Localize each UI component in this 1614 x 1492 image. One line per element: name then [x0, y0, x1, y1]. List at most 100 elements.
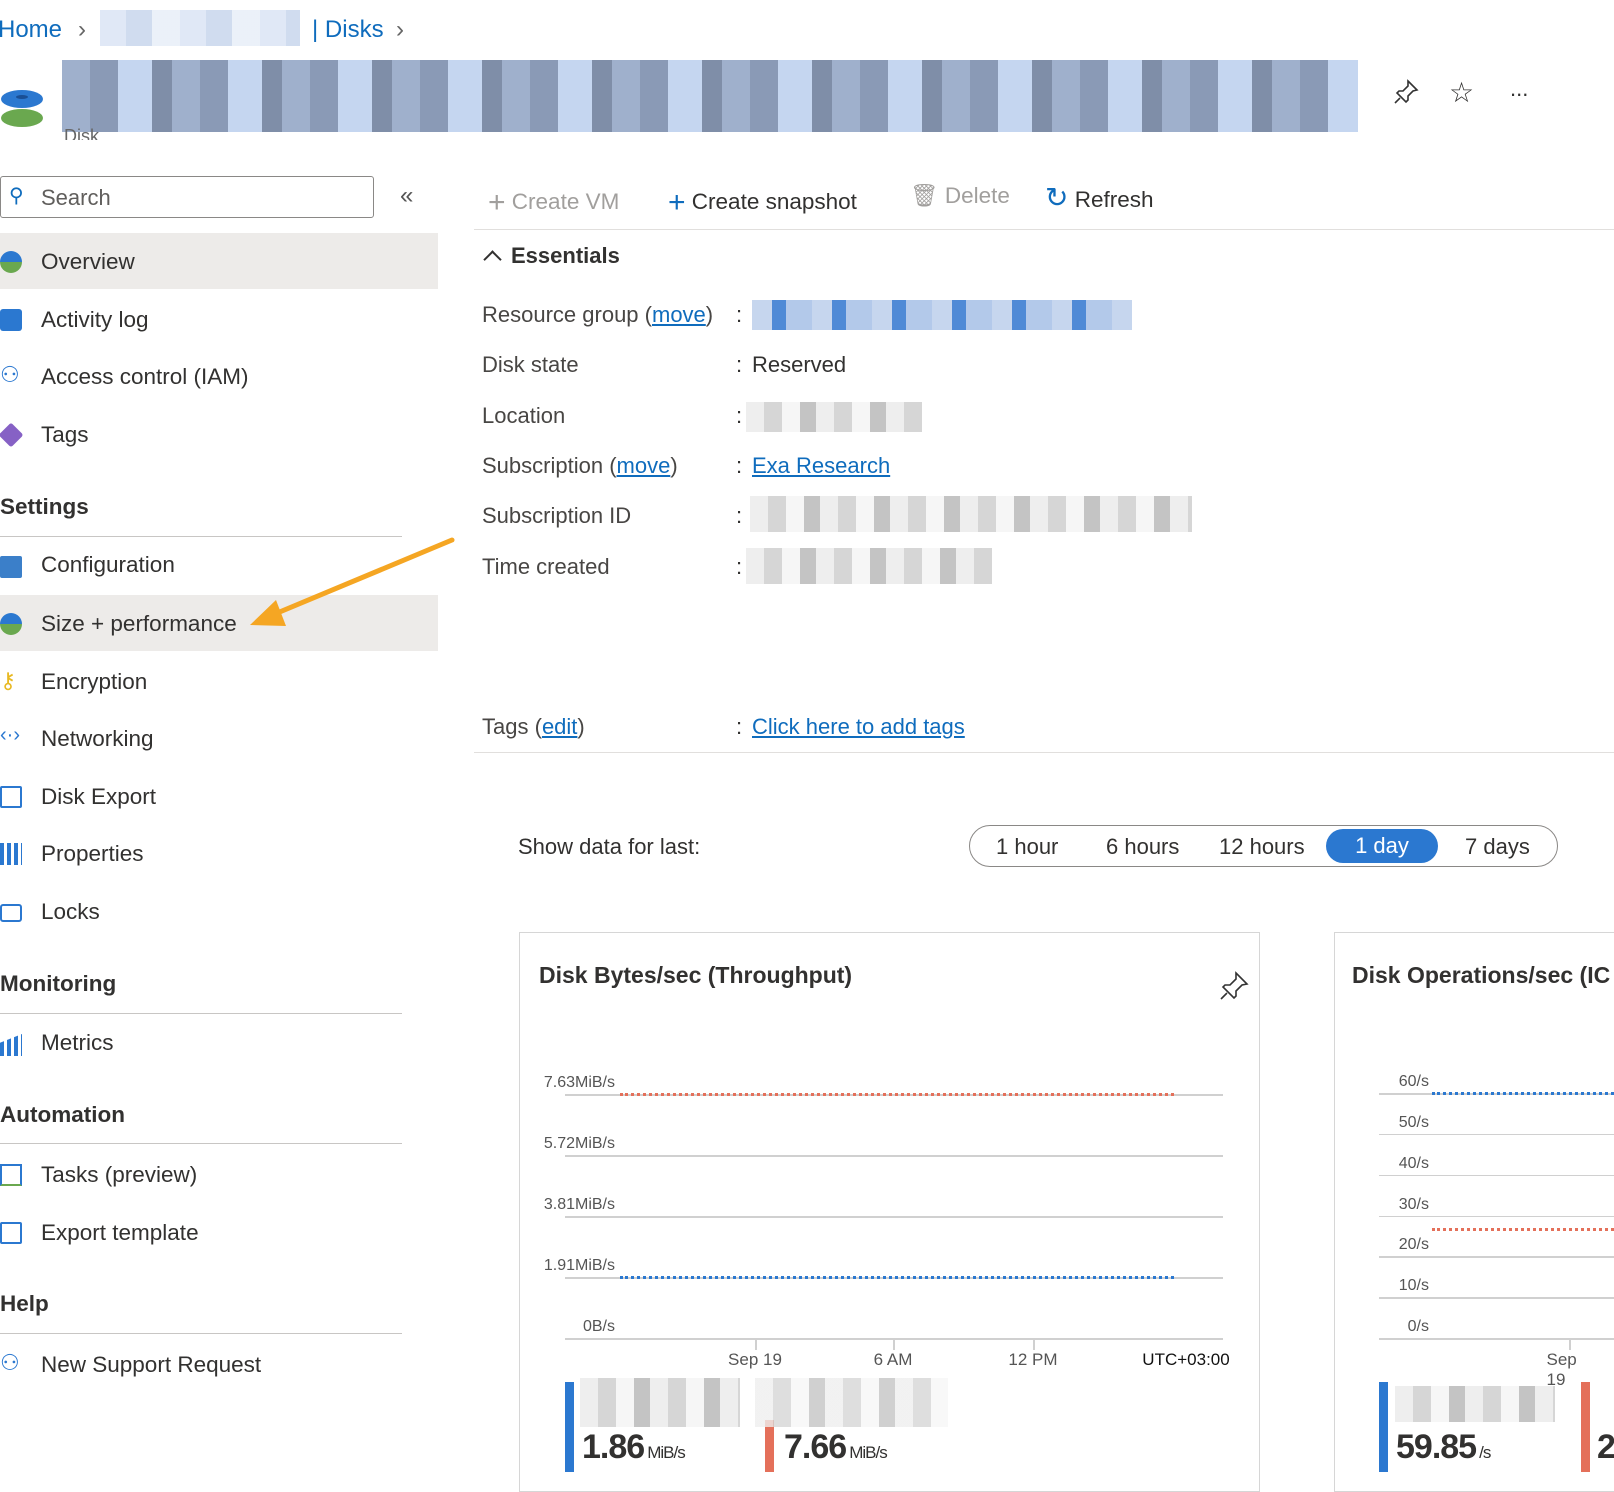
sidebar-label: Tags [41, 422, 89, 447]
colon: : [736, 352, 743, 377]
y-tick-label: 7.63MiB/s [543, 1074, 615, 1091]
metrics-icon [0, 1034, 22, 1056]
collapse-sidebar-button[interactable]: « [400, 182, 413, 210]
sidebar-label: Metrics [41, 1030, 114, 1055]
sidebar-label: Activity log [41, 307, 149, 332]
essentials-toggle[interactable]: Essentials [482, 243, 620, 269]
search-icon: ⚲ [9, 185, 24, 207]
delete-label: Delete [944, 183, 1010, 208]
more-button[interactable]: ... [1510, 76, 1528, 102]
breadcrumb-chevron-icon: › [78, 16, 86, 43]
series-line [620, 1093, 1174, 1096]
activity-log-icon [0, 309, 22, 331]
subscription-move-link[interactable]: move [617, 453, 671, 478]
breadcrumb-disks[interactable]: | Disks [312, 16, 384, 44]
disk-icon [1, 90, 43, 127]
time-created-label: Time created [482, 554, 610, 579]
tasks-icon [0, 1164, 22, 1186]
pin-chart-icon[interactable] [1218, 970, 1250, 1002]
search-placeholder: Search [41, 185, 111, 210]
divider [0, 1013, 402, 1014]
networking-icon: ‹·› [0, 724, 20, 746]
legend-name-redacted [580, 1378, 740, 1427]
colon: : [736, 714, 743, 739]
chart-title: Disk Bytes/sec (Throughput) [539, 962, 853, 988]
sidebar-label: Tasks (preview) [41, 1162, 198, 1187]
x-tick-label: Sep 19 [728, 1350, 782, 1369]
sidebar-label: Locks [41, 899, 100, 924]
delete-button: 🗑 Delete [910, 183, 1010, 209]
search-input[interactable]: ⚲ Search [0, 176, 374, 218]
y-tick-label: 3.81MiB/s [543, 1196, 615, 1213]
add-tags-link[interactable]: Click here to add tags [752, 714, 965, 740]
timezone-label: UTC+03:00 [1142, 1350, 1230, 1369]
refresh-button[interactable]: ↻ Refresh [1045, 181, 1154, 214]
legend-value: 7.66 MiB/s [784, 1428, 888, 1466]
gridline [565, 1155, 1223, 1157]
x-tick [893, 1340, 895, 1350]
legend-name-redacted [1395, 1386, 1555, 1422]
time-range-selector[interactable]: 1 hour 6 hours 12 hours 1 day 7 days [969, 825, 1558, 867]
time-option-12-hours[interactable]: 12 hours [1219, 834, 1305, 860]
gridline [1379, 1215, 1614, 1217]
time-option-6-hours[interactable]: 6 hours [1106, 834, 1179, 860]
tag-icon [0, 422, 24, 448]
support-icon: ⚇ [0, 1350, 20, 1375]
x-tick [1569, 1340, 1571, 1350]
time-option-7-days[interactable]: 7 days [1465, 834, 1530, 860]
y-tick-label: 50/s [1398, 1113, 1429, 1131]
resource-group-value-redacted[interactable] [752, 300, 1132, 330]
annotation-arrow-icon [250, 537, 455, 626]
subscription-id-label: Subscription ID [482, 503, 632, 528]
y-tick-label: 5.72MiB/s [543, 1135, 615, 1152]
x-tick-label: 6 AM [873, 1350, 913, 1369]
legend-value: 59.85/s [1396, 1428, 1491, 1466]
breadcrumb-chevron-icon: › [396, 16, 404, 43]
chart-title: Disk Operations/sec (IC [1352, 962, 1611, 988]
properties-icon [0, 843, 22, 865]
breadcrumb-resource-redacted[interactable] [100, 10, 300, 46]
legend-value: 1.86 MiB/s [582, 1428, 686, 1466]
time-option-1-hour[interactable]: 1 hour [996, 834, 1058, 860]
y-tick-label: 30/s [1398, 1195, 1429, 1213]
divider [0, 1143, 402, 1144]
divider [474, 229, 1614, 230]
export-icon [0, 786, 22, 808]
resource-group-label: Resource group (move) [482, 302, 714, 327]
subscription-link[interactable]: Exa Research [752, 453, 890, 479]
tags-edit-link[interactable]: edit [542, 714, 577, 739]
time-option-1-day-selected[interactable]: 1 day [1326, 829, 1438, 863]
y-tick-label: 20/s [1398, 1236, 1429, 1254]
colon: : [736, 503, 743, 528]
divider [0, 1333, 402, 1334]
gridline [565, 1216, 1223, 1218]
sidebar-label: Size + performance [41, 611, 237, 636]
trash-icon: 🗑 [910, 183, 939, 208]
x-tick-label: 12 PM [1008, 1350, 1058, 1369]
key-icon: ⚷ [0, 668, 17, 693]
refresh-label: Refresh [1074, 187, 1154, 212]
series-line [620, 1275, 1174, 1279]
resource-group-move-link[interactable]: move [652, 302, 706, 327]
section-help: Help [0, 1291, 49, 1316]
colon: : [736, 403, 743, 428]
legend-color-red [1581, 1382, 1590, 1472]
sidebar-label: Encryption [41, 669, 148, 694]
section-settings: Settings [0, 494, 89, 519]
create-vm-label: Create VM [511, 189, 620, 214]
y-tick-label: 0B/s [582, 1318, 615, 1335]
breadcrumb-home[interactable]: Home [0, 16, 62, 44]
plus-icon: + [668, 186, 686, 219]
subscription-label: Subscription (move) [482, 453, 678, 478]
x-tick [755, 1340, 757, 1350]
create-snapshot-button[interactable]: + Create snapshot [668, 183, 857, 219]
sidebar-label: Export template [41, 1220, 199, 1245]
pin-icon[interactable] [1392, 78, 1420, 106]
colon: : [736, 302, 743, 327]
gridline [1379, 1133, 1614, 1136]
y-tick-label: 10/s [1398, 1277, 1429, 1295]
resource-title-redacted [62, 60, 1358, 132]
star-icon[interactable]: ☆ [1449, 76, 1474, 109]
lock-icon [0, 904, 22, 922]
time-created-redacted [746, 548, 992, 584]
